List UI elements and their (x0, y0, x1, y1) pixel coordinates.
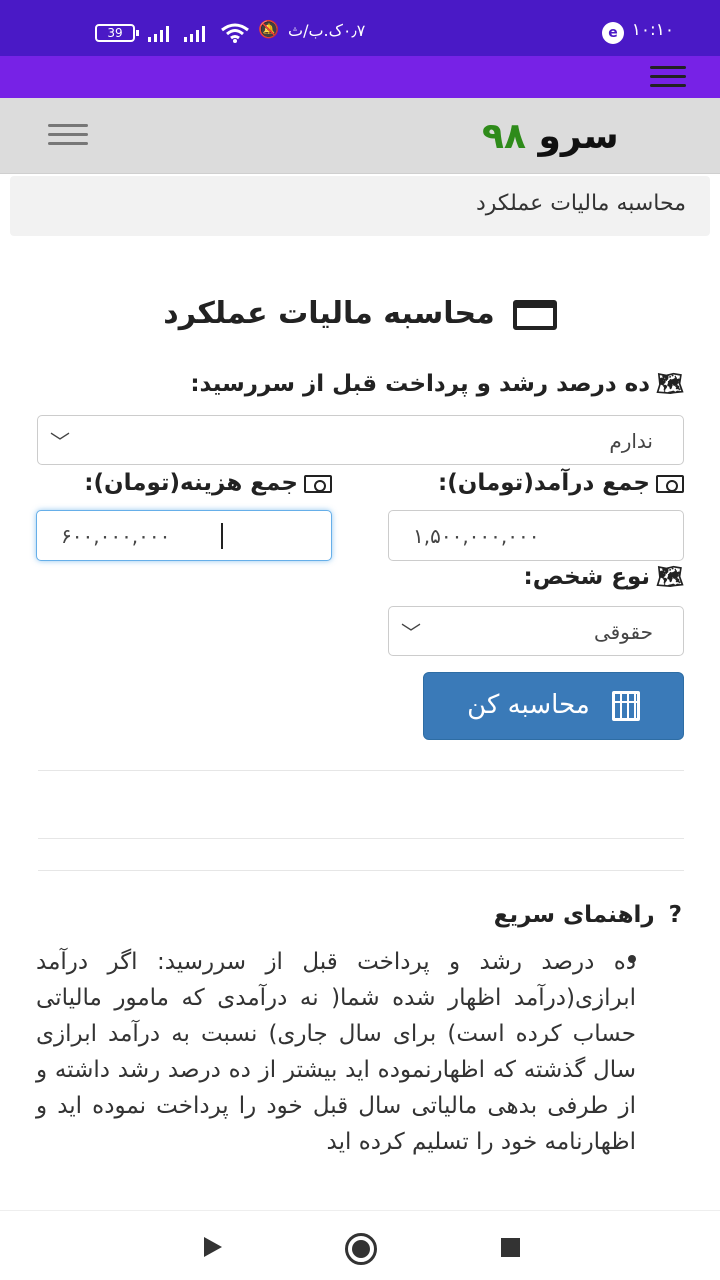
network-speed: ۰٫۷ک.ب/ث (288, 21, 366, 40)
clock: ۱۰:۱۰ (631, 20, 674, 40)
divider (38, 838, 684, 839)
divider (38, 770, 684, 771)
system-nav-bar (0, 1210, 720, 1280)
site-logo[interactable]: سرو ۹۸ (482, 116, 619, 157)
logo-word: سرو (538, 116, 619, 157)
site-header: سرو ۹۸ (0, 98, 720, 174)
calculate-button[interactable]: محاسبه کن (423, 672, 684, 740)
money-icon (304, 474, 332, 493)
text-caret (221, 523, 223, 549)
income-value: ۱,۵۰۰,۰۰۰,۰۰۰ (413, 524, 540, 548)
home-icon[interactable] (345, 1233, 377, 1265)
growth-label-text: ده درصد رشد و پرداخت قبل از سررسید: (190, 371, 651, 397)
battery-icon: 39 (95, 24, 139, 42)
chevron-down-icon: ﹀ (50, 430, 70, 454)
recent-apps-icon[interactable] (501, 1238, 520, 1257)
back-icon[interactable] (204, 1237, 222, 1257)
cost-input[interactable]: ۶۰۰,۰۰۰,۰۰۰ (36, 510, 332, 561)
cost-value: ۶۰۰,۰۰۰,۰۰۰ (61, 524, 171, 548)
map-icon: 🗺 (656, 372, 684, 397)
page-title-text: محاسبه مالیات عملکرد (163, 296, 495, 331)
calculate-button-label: محاسبه کن (467, 690, 590, 720)
person-type-select[interactable]: حقوقی ﹀ (388, 606, 684, 656)
page-title: محاسبه مالیات عملکرد (0, 296, 720, 331)
divider (38, 870, 684, 871)
growth-label: 🗺ده درصد رشد و پرداخت قبل از سررسید: (190, 371, 684, 397)
signal-icon-2 (148, 26, 169, 42)
person-type-label: 🗺نوع شخص: (524, 564, 684, 590)
guide-title-text: راهنمای سریع (493, 902, 655, 928)
wifi-icon (221, 23, 249, 43)
person-type-label-text: نوع شخص: (523, 564, 651, 590)
growth-select[interactable]: ندارم ﹀ (37, 415, 684, 465)
logo-number: ۹۸ (482, 116, 526, 157)
income-label: جمع درآمد(تومان): (438, 470, 684, 496)
guide-title: ? راهنمای سریع (494, 902, 682, 928)
cost-label-text: جمع هزینه(تومان): (84, 470, 298, 496)
chevron-down-icon: ﹀ (401, 621, 421, 645)
money-icon (656, 474, 684, 493)
battery-level: 39 (107, 26, 123, 40)
signal-icon (184, 26, 205, 42)
cost-label: جمع هزینه(تومان): (84, 470, 332, 496)
calculator-icon (611, 690, 640, 721)
income-input[interactable]: ۱,۵۰۰,۰۰۰,۰۰۰ (388, 510, 684, 561)
site-menu-icon[interactable] (48, 124, 88, 146)
question-icon: ? (668, 902, 682, 928)
mute-bell-icon: 🔕 (258, 20, 280, 40)
map-icon: 🗺 (656, 565, 684, 590)
window-icon (512, 299, 557, 330)
guide-text: ده درصد رشد و پرداخت قبل از سررسید: اگر … (36, 949, 636, 1155)
growth-select-value: ندارم (609, 429, 653, 453)
breadcrumb: محاسبه مالیات عملکرد (10, 176, 710, 236)
status-bar: e ۱۰:۱۰ ۰٫۷ک.ب/ث 🔕 39 (0, 0, 720, 56)
app-notification-icon: e (602, 22, 624, 44)
person-type-value: حقوقی (593, 620, 653, 644)
income-label-text: جمع درآمد(تومان): (438, 470, 650, 496)
app-top-bar (0, 56, 720, 98)
menu-icon[interactable] (650, 66, 686, 88)
